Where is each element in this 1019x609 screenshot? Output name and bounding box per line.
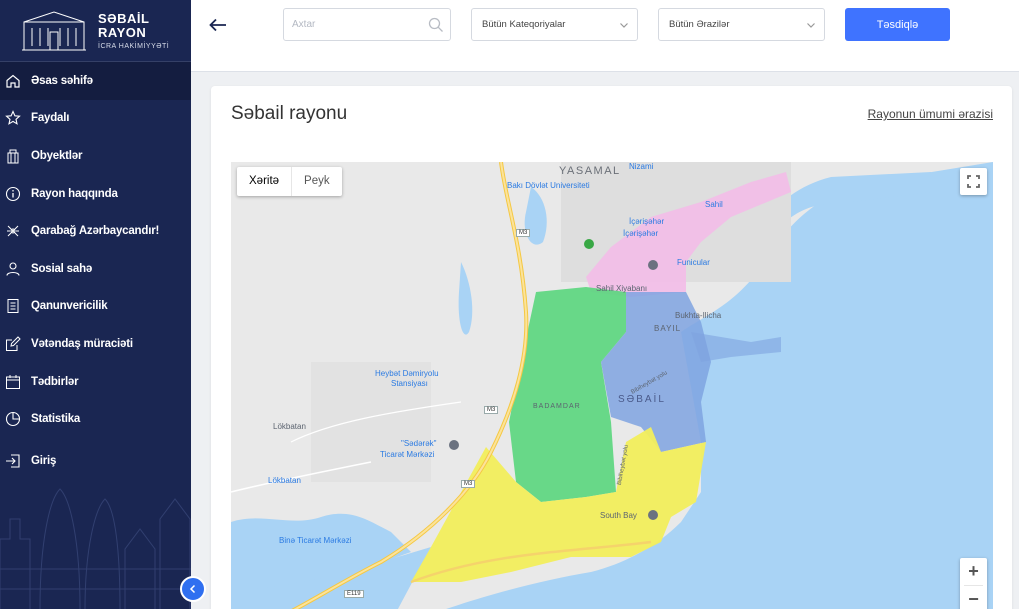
map-label-heybat-1: Heybət Dəmiryolu: [375, 369, 439, 378]
sidebar-item-label: Giriş: [31, 454, 57, 467]
sidebar-item-label: Vətəndaş müraciəti: [31, 337, 133, 350]
fullscreen-button[interactable]: [960, 168, 987, 195]
map-label-sahil: Sahil: [705, 200, 723, 209]
logo-line3: İCRA HAKİMİYYƏTİ: [98, 42, 170, 50]
map-label-icherisheher-1: İçərişəhər: [629, 217, 665, 226]
logo-emblem-icon: [20, 8, 88, 54]
info-icon: [4, 185, 21, 202]
map-label-bdu: Bakı Dövlət Universiteti: [507, 181, 590, 190]
logo-line1: SƏBAİL: [98, 10, 150, 26]
map-label-bayil: BAYIL: [654, 324, 682, 333]
district-card: Səbail rayonu Rayonun ümumi ərazisi YASA…: [211, 86, 1012, 609]
sidebar-item-appeal[interactable]: Vətəndaş müraciəti: [0, 325, 191, 363]
sidebar-item-about[interactable]: Rayon haqqında: [0, 175, 191, 213]
home-icon: [4, 72, 21, 89]
map-label-icherisheher-2: İçərişəhər: [623, 229, 659, 238]
back-arrow-icon[interactable]: [207, 14, 229, 36]
map-label-south-bay: South Bay: [600, 511, 637, 520]
area-select-value: Bütün Ərazilər: [669, 19, 730, 30]
map-type-switch: Xəritə Peyk: [237, 167, 342, 196]
edit-icon: [4, 335, 21, 352]
map-label-bina: Binə Ticarət Mərkəzi: [279, 536, 352, 545]
sidebar-item-label: Rayon haqqında: [31, 187, 118, 200]
map-label-sebail: SƏBAİL: [618, 394, 666, 405]
zoom-in-button[interactable]: +: [960, 558, 987, 585]
page-title: Səbail rayonu: [231, 103, 348, 124]
map-label-badamdar: BADAMDAR: [533, 403, 581, 410]
search-box: [283, 8, 451, 41]
map-label-yasamal: YASAMAL: [559, 165, 621, 177]
category-select[interactable]: Bütün Kateqoriyalar: [471, 8, 638, 41]
top-bar: Bütün Kateqoriyalar Bütün Ərazilər Təsdi…: [191, 0, 1019, 72]
sidebar-item-label: Sosial sahə: [31, 262, 93, 275]
sidebar-menu: Əsas səhifə Faydalı Obyektlər Rayon haqq…: [0, 62, 191, 480]
sidebar-item-legislation[interactable]: Qanunvericilik: [0, 288, 191, 326]
map-road-m3-b: M3: [484, 406, 499, 414]
map-road-m3-a: M3: [516, 229, 531, 237]
building-icon: [4, 147, 21, 164]
sidebar-item-label: Tədbirlər: [31, 375, 79, 388]
map-road-e119: E119: [344, 590, 364, 598]
sidebar-item-label: Statistika: [31, 413, 81, 426]
map-label-bukhta: Bukhta-Ilicha: [675, 311, 722, 320]
sidebar-item-statistics[interactable]: Statistika: [0, 400, 191, 438]
logo[interactable]: SƏBAİL RAYON İCRA HAKİMİYYƏTİ: [0, 0, 191, 62]
sidebar-item-label: Obyektlər: [31, 149, 83, 162]
city-skyline-decoration: [0, 488, 191, 609]
person-icon: [4, 260, 21, 277]
sidebar-item-objects[interactable]: Obyektlər: [0, 137, 191, 175]
search-icon[interactable]: [428, 17, 444, 33]
sidebar-item-home[interactable]: Əsas səhifə: [0, 62, 191, 100]
document-icon: [4, 298, 21, 315]
district-map[interactable]: YASAMAL Nizami Bakı Dövlət Universiteti …: [231, 162, 993, 609]
calendar-icon: [4, 373, 21, 390]
map-type-satellite-button[interactable]: Peyk: [292, 167, 342, 196]
sidebar-item-login[interactable]: Giriş: [0, 442, 191, 480]
sidebar-item-label: Qanunvericilik: [31, 300, 108, 313]
category-select-value: Bütün Kateqoriyalar: [482, 19, 566, 30]
map-label-heybat-2: Stansiyası: [391, 379, 428, 388]
sidebar-item-karabakh[interactable]: Qarabağ Azərbaycandır!: [0, 212, 191, 250]
zoom-out-button[interactable]: −: [960, 586, 987, 609]
fullscreen-icon: [967, 175, 980, 188]
pie-chart-icon: [4, 411, 21, 428]
area-select[interactable]: Bütün Ərazilər: [658, 8, 825, 41]
map-label-sadarak-1: "Sədərək": [401, 439, 437, 448]
map-label-sahil-park: Sahil Xiyabanı: [596, 284, 648, 293]
chevron-left-icon: [189, 584, 196, 594]
sidebar-collapse-button[interactable]: [180, 576, 206, 602]
sidebar-item-label: Faydalı: [31, 112, 70, 125]
karabakh-icon: [4, 223, 21, 240]
map-label-lokbatan-station: Lökbatan: [268, 476, 301, 485]
sidebar-item-events[interactable]: Tədbirlər: [0, 363, 191, 401]
sidebar-item-useful[interactable]: Faydalı: [0, 100, 191, 138]
login-icon: [4, 452, 21, 469]
star-icon: [4, 110, 21, 127]
map-label-sadarak-2: Ticarət Mərkəzi: [380, 450, 435, 459]
chevron-down-icon: [620, 23, 628, 28]
map-label-nizami: Nizami: [629, 162, 654, 171]
map-type-map-button[interactable]: Xəritə: [237, 167, 293, 196]
confirm-button[interactable]: Təsdiqlə: [845, 8, 950, 41]
chevron-down-icon: [807, 23, 815, 28]
district-area-link[interactable]: Rayonun ümumi ərazisi: [868, 107, 993, 121]
sidebar-item-social[interactable]: Sosial sahə: [0, 250, 191, 288]
search-input[interactable]: [284, 9, 414, 40]
zoom-control: + −: [960, 558, 987, 609]
map-label-lokbatan: Lökbatan: [273, 422, 306, 431]
map-label-funicular: Funicular: [677, 258, 710, 267]
logo-line2: RAYON: [98, 24, 147, 40]
map-road-m3-c: M3: [461, 480, 476, 488]
sidebar-item-label: Qarabağ Azərbaycandır!: [31, 225, 160, 238]
sidebar-item-label: Əsas səhifə: [31, 74, 93, 87]
sidebar: SƏBAİL RAYON İCRA HAKİMİYYƏTİ Əsas səhif…: [0, 0, 191, 609]
